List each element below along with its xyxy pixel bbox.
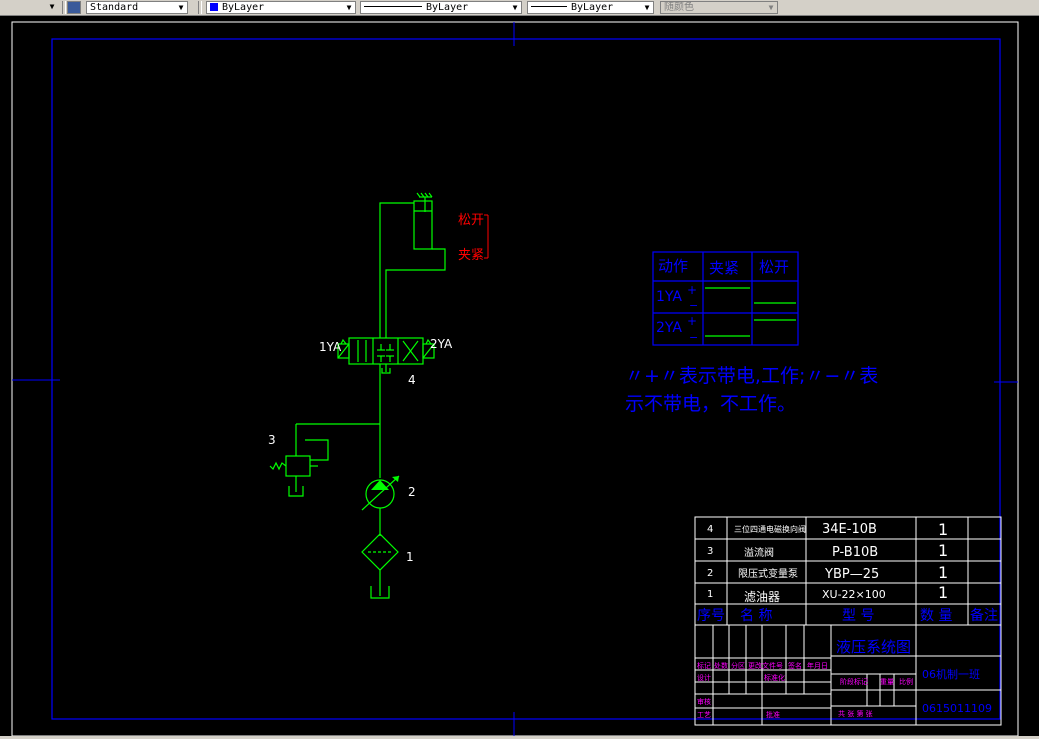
parts-header-name: 名 称 <box>740 608 772 624</box>
part-1-model: XU-22×100 <box>822 588 886 601</box>
state-row-2ya-minus: − <box>689 331 698 344</box>
drawing-title: 液压系统图 <box>836 638 911 656</box>
text-style-icon[interactable] <box>67 1 81 14</box>
part-1-name: 滤油器 <box>744 590 780 604</box>
note-line-1: 〃+〃表示带电,工作;〃−〃表 <box>625 365 878 387</box>
tb-weight: 重量 <box>880 678 894 686</box>
color-dropdown[interactable]: ByLayer ▼ <box>206 1 356 14</box>
state-table-header-action: 动作 <box>658 257 688 275</box>
tb-zone: 分区 <box>731 661 745 670</box>
note-line-2: 示不带电，不工作。 <box>625 393 796 415</box>
part-3-no: 3 <box>707 546 713 557</box>
tb-scale: 比例 <box>899 677 913 686</box>
prev-dropdown[interactable]: ▼ <box>0 1 58 14</box>
student-number: 0615011109 <box>922 702 992 715</box>
vertical-scrollbar[interactable] <box>1021 16 1039 739</box>
label-part-3: 3 <box>268 433 276 447</box>
tb-change-doc: 更改文件号 <box>748 661 783 670</box>
part-4-name: 三位四通电磁换向阀 <box>734 524 806 534</box>
label-solenoid-2ya: 2YA <box>430 337 453 351</box>
part-2-model: YBP—25 <box>824 567 879 582</box>
directional-valve-4 <box>337 337 435 374</box>
parts-header-qty: 数 量 <box>920 608 952 624</box>
label-clamp: 夹紧 <box>458 248 484 263</box>
part-4-no: 4 <box>707 524 713 535</box>
part-3-name: 溢流阀 <box>744 546 774 559</box>
chevron-down-icon: ▼ <box>49 2 55 11</box>
parts-header-model: 型 号 <box>842 608 874 624</box>
label-part-1: 1 <box>406 550 414 564</box>
pipe-cap-side <box>385 248 446 338</box>
tb-date: 年月日 <box>807 661 828 670</box>
state-table-header-clamp: 夹紧 <box>709 259 739 277</box>
oil-filter-1 <box>361 533 399 599</box>
part-2-name: 限压式变量泵 <box>738 567 798 580</box>
tb-check: 审核 <box>697 697 711 706</box>
text-style-value: Standard <box>90 2 139 13</box>
state-table-header-release: 松开 <box>759 258 789 276</box>
tb-mark: 标记 <box>697 661 711 670</box>
tb-approve: 批准 <box>766 710 780 719</box>
part-3-qty: 1 <box>938 541 948 560</box>
chevron-down-icon: ▼ <box>512 3 518 12</box>
parts-header-remark: 备注 <box>970 607 998 624</box>
state-row-2ya: 2YA <box>656 320 682 336</box>
plot-style-value: 随颜色 <box>664 2 694 13</box>
drawing-canvas[interactable]: 松开 夹紧 1YA 2YA 4 3 2 1 动作 夹紧 松开 1YA + − 2… <box>0 16 1021 736</box>
state-row-1ya-minus: − <box>689 299 698 312</box>
hydraulic-cylinder <box>413 192 433 250</box>
chevron-down-icon: ▼ <box>178 3 184 12</box>
label-release: 松开 <box>458 213 484 228</box>
toolbar-separator <box>62 1 66 14</box>
tb-design: 设计 <box>697 673 711 682</box>
state-row-2ya-plus: + <box>687 314 697 328</box>
label-part-2: 2 <box>408 485 416 499</box>
label-part-4: 4 <box>408 373 416 387</box>
tb-sign: 签名 <box>788 661 802 670</box>
part-1-no: 1 <box>707 589 713 600</box>
lineweight-dropdown[interactable]: ByLayer ▼ <box>527 1 654 14</box>
part-4-qty: 1 <box>938 520 948 539</box>
hydraulic-schematic <box>269 192 446 599</box>
part-2-no: 2 <box>707 568 713 579</box>
tb-count: 处数 <box>714 661 728 670</box>
part-4-model: 34E-10B <box>822 522 877 537</box>
linetype-dropdown[interactable]: ByLayer ▼ <box>360 1 522 14</box>
parts-header-no: 序号 <box>697 608 725 624</box>
chevron-down-icon: ▼ <box>644 3 650 12</box>
class-name: 06机制一班 <box>922 667 980 681</box>
properties-toolbar: ▼ Standard ▼ ByLayer ▼ ByLayer ▼ ByLayer… <box>0 0 1039 16</box>
state-row-1ya: 1YA <box>656 289 682 305</box>
part-1-qty: 1 <box>938 583 948 602</box>
linetype-value: ByLayer <box>426 2 469 13</box>
color-value: ByLayer <box>222 2 265 13</box>
toolbar-separator <box>198 1 202 14</box>
label-solenoid-1ya: 1YA <box>319 340 342 354</box>
text-style-dropdown[interactable]: Standard ▼ <box>86 1 188 14</box>
tb-stage-mark: 阶段标记 <box>840 677 868 686</box>
state-marks <box>705 287 796 337</box>
relief-valve-3 <box>269 424 329 497</box>
linetype-preview-icon <box>364 6 422 7</box>
tb-standard: 标准化 <box>764 673 785 682</box>
part-3-model: P-B10B <box>832 545 878 560</box>
state-row-1ya-plus: + <box>687 283 697 297</box>
chevron-down-icon: ▼ <box>346 3 352 12</box>
color-swatch-icon <box>210 3 218 11</box>
tb-process: 工艺 <box>697 711 711 719</box>
tb-sheets: 共 张 第 张 <box>838 709 873 718</box>
part-2-qty: 1 <box>938 563 948 582</box>
lineweight-value: ByLayer <box>571 2 614 13</box>
plot-style-dropdown[interactable]: 随颜色 ▼ <box>660 1 778 14</box>
chevron-down-icon: ▼ <box>768 3 774 12</box>
lineweight-preview-icon <box>531 6 567 7</box>
